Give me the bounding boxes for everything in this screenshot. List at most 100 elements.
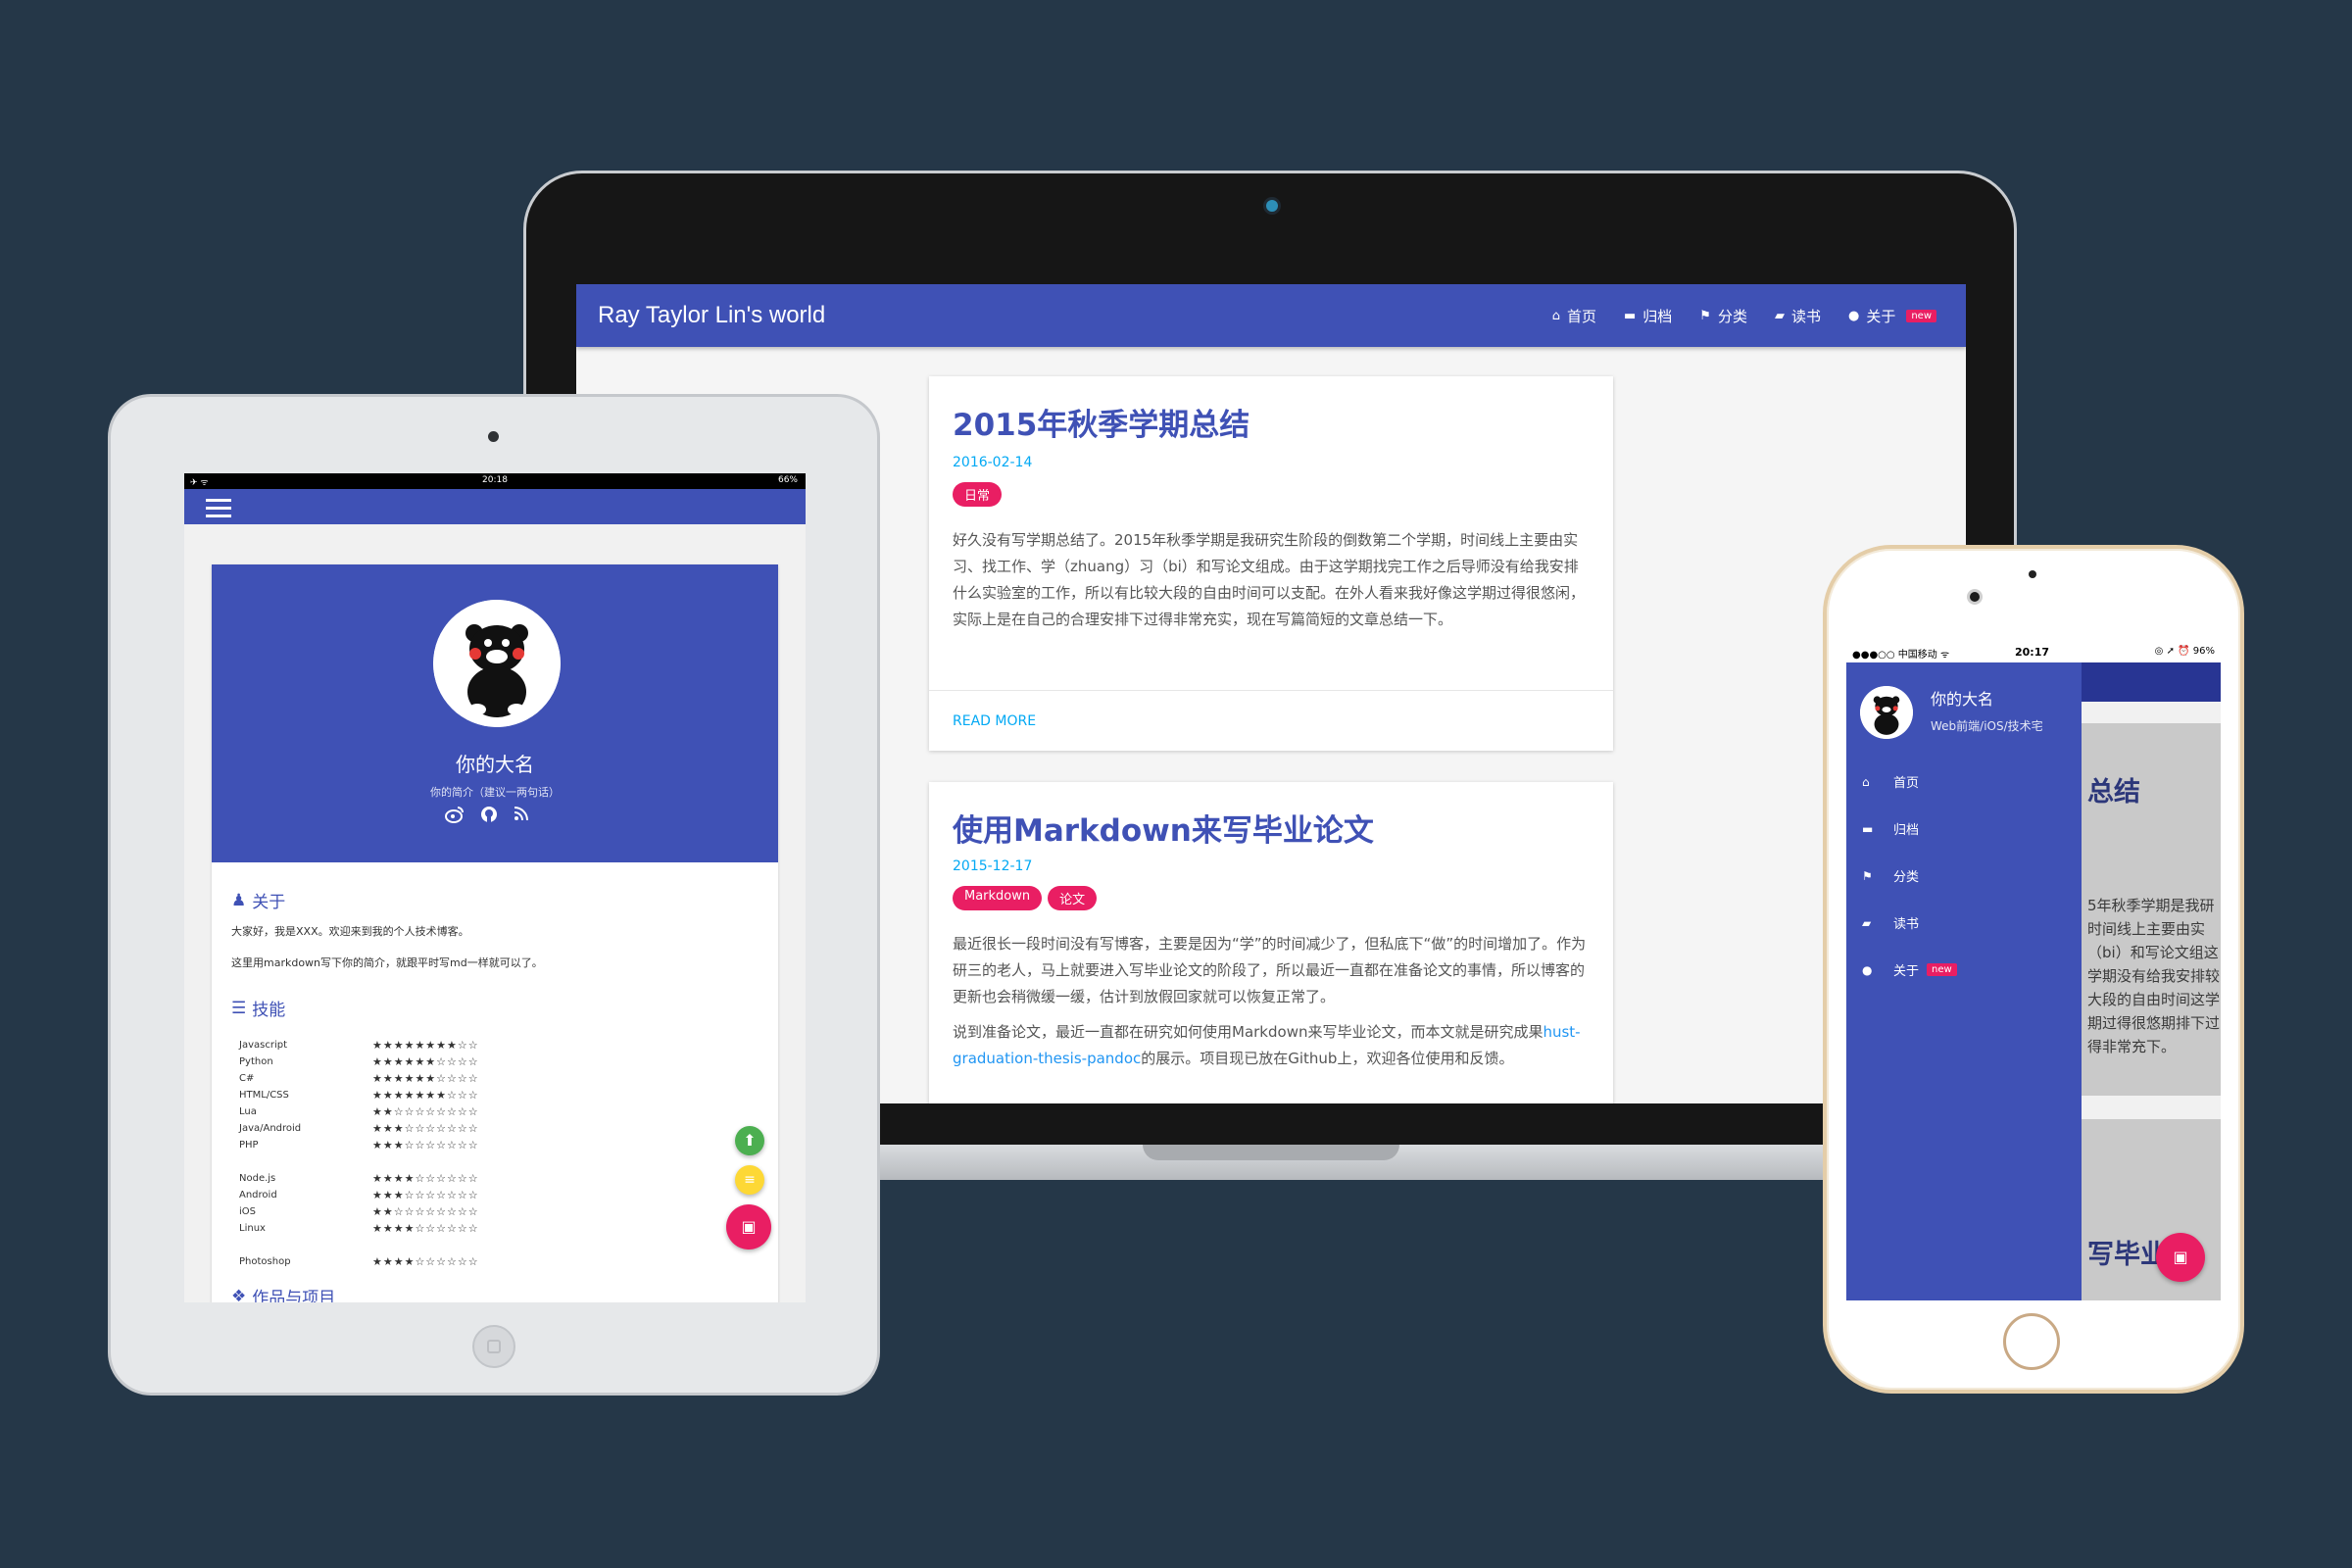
- user-icon: ♟: [231, 890, 247, 910]
- phone-screen: ●●●○○ 中国移动 ᯤ 20:17 ◎ ➚ ⏰ 96% 总结 5年秋季学期是我…: [1846, 641, 2221, 1300]
- menu-icon[interactable]: [206, 499, 231, 522]
- list-icon: ≡: [744, 1172, 756, 1188]
- skill-name: C#: [239, 1073, 255, 1084]
- drawer-item-home[interactable]: ⌂ 首页: [1862, 772, 1919, 792]
- arrow-up-icon: ⬆: [743, 1131, 757, 1150]
- archive-icon: ▬: [1623, 309, 1637, 323]
- drawer-item-reading[interactable]: ▰ 读书: [1862, 913, 1919, 933]
- main-fab-button[interactable]: ▣: [726, 1204, 771, 1250]
- home-icon: ⌂: [1862, 774, 1870, 789]
- status-bar: ●●●○○ 中国移动 ᯤ 20:17 ◎ ➚ ⏰ 96%: [1846, 641, 2221, 662]
- tag-pill[interactable]: 论文: [1048, 886, 1098, 910]
- post-date: 2016-02-14: [953, 455, 1033, 470]
- status-time: 20:17: [2015, 646, 2050, 659]
- skill-rating: ★★☆☆☆☆☆☆☆☆: [372, 1105, 479, 1118]
- skills-list: Javascript ★★★★★★★★☆☆ Python ★★★★★★☆☆☆☆ C# ★★…: [239, 1037, 563, 1270]
- skill-row: Lua ★★☆☆☆☆☆☆☆☆: [239, 1103, 563, 1120]
- post-excerpt-2: 说到准备论文，最近一直都在研究如何使用Markdown来写毕业论文，而本文就是研…: [953, 1023, 1581, 1067]
- weibo-icon[interactable]: [445, 806, 465, 823]
- main-fab-button[interactable]: ▣: [2156, 1233, 2205, 1282]
- status-left: ✈ ᯤ: [190, 478, 209, 488]
- drawer-item-archive[interactable]: ▬ 归档: [1862, 819, 1919, 839]
- nav-drawer: 你的大名 Web前端/iOS/技术宅 ⌂ 首页 ▬ 归档 ⚑ 分类 ▰ 读书 ● 关于 ne…: [1846, 662, 2082, 1300]
- profile-header: 你的大名 你的简介（建议一两句话）: [212, 564, 778, 862]
- tablet-screen: ✈ ᯤ 20:18 66% 你的大名 你的简介（建议一两句话） ♟ 关于 大家好…: [184, 473, 806, 1302]
- skill-row: PHP ★★★☆☆☆☆☆☆☆: [239, 1137, 563, 1153]
- drawer-bio: Web前端/iOS/技术宅: [1931, 719, 2043, 733]
- nav-item-about[interactable]: ● 关于 new: [1848, 306, 1936, 326]
- bookmark-icon: ⚑: [1699, 309, 1711, 323]
- user-icon: ●: [1862, 962, 1873, 977]
- toc-button[interactable]: ≡: [735, 1165, 764, 1195]
- top-navbar: Ray Taylor Lin's world ⌂ 首页 ▬ 归档 ⚑ 分类 ▰ 读书 ●…: [576, 284, 1966, 347]
- home-icon: ⌂: [1551, 309, 1560, 323]
- nav-item-category[interactable]: ⚑ 分类: [1699, 306, 1747, 326]
- status-carrier: ●●●○○ 中国移动 ᯤ: [1852, 650, 1950, 661]
- skill-row: C# ★★★★★★☆☆☆☆: [239, 1070, 563, 1087]
- skill-name: Python: [239, 1056, 273, 1067]
- profile-name: 你的大名: [456, 753, 534, 776]
- profile-card: 你的大名 你的简介（建议一两句话） ♟ 关于 大家好，我是XXX。欢迎来到我的个人…: [212, 564, 778, 1302]
- status-right: ◎ ➚ ⏰ 96%: [2154, 646, 2215, 657]
- tablet-camera: [488, 431, 499, 442]
- skill-name: iOS: [239, 1206, 256, 1217]
- tag-pill[interactable]: Markdown: [953, 886, 1043, 910]
- avatar[interactable]: [1860, 686, 1913, 739]
- post-title[interactable]: 使用Markdown来写毕业论文: [953, 806, 1374, 850]
- dimmed-post-card: [2082, 1119, 2221, 1300]
- list-icon: ☰: [231, 998, 247, 1018]
- bear-avatar-icon: [433, 600, 561, 727]
- tag-pill[interactable]: 日常: [953, 482, 1003, 507]
- post-card: 使用Markdown来写毕业论文 2015-12-17 Markdown 论文 …: [929, 782, 1613, 1103]
- github-icon[interactable]: [480, 806, 498, 823]
- skills-heading: ☰ 技能: [231, 998, 286, 1021]
- nav-item-reading[interactable]: ▰ 读书: [1775, 306, 1821, 326]
- drawer-item-about[interactable]: ● 关于 new: [1862, 960, 1957, 979]
- drawer-item-category[interactable]: ⚑ 分类: [1862, 866, 1919, 886]
- skill-rating: ★★★★☆☆☆☆☆☆: [372, 1255, 479, 1268]
- read-more-link[interactable]: READ MORE: [953, 713, 1036, 729]
- skill-row: Java/Android ★★★☆☆☆☆☆☆☆: [239, 1120, 563, 1137]
- skill-name: HTML/CSS: [239, 1090, 289, 1101]
- skill-name: Node.js: [239, 1173, 276, 1184]
- post-excerpt: 好久没有写学期总结了。2015年秋季学期是我研究生阶段的倒数第二个学期，时间线上…: [953, 531, 1586, 628]
- image-icon: ▣: [741, 1217, 757, 1236]
- avatar[interactable]: [433, 600, 561, 727]
- user-icon: ●: [1847, 309, 1860, 323]
- phone-camera: [1970, 592, 1980, 602]
- dimmed-post-excerpt: 5年秋季学期是我研时间线上主要由实（bi）和写论文组这学期没有给我安排较大段的自…: [2087, 897, 2221, 1055]
- rss-icon[interactable]: [514, 806, 529, 821]
- status-time: 20:18: [482, 475, 508, 485]
- laptop-camera: [1266, 200, 1278, 212]
- skill-rating: ★★★★☆☆☆☆☆☆: [372, 1222, 479, 1235]
- site-brand[interactable]: Ray Taylor Lin's world: [598, 302, 825, 329]
- skill-name: Linux: [239, 1223, 266, 1234]
- about-line-2: 这里用markdown写下你的简介，就跟平时写md一样就可以了。: [231, 956, 543, 969]
- skill-name: Photoshop: [239, 1256, 291, 1267]
- dimmed-appbar: [2082, 662, 2221, 702]
- skill-rating: ★★★★★★☆☆☆☆: [372, 1072, 479, 1085]
- card-divider: [929, 690, 1613, 691]
- skill-row: Node.js ★★★★☆☆☆☆☆☆: [239, 1170, 563, 1187]
- nav-item-archive[interactable]: ▬ 归档: [1624, 306, 1672, 326]
- scroll-top-button[interactable]: ⬆: [735, 1126, 764, 1155]
- bear-avatar-icon: [1860, 686, 1913, 739]
- skill-spacer: [239, 1153, 563, 1170]
- projects-heading: ❖ 作品与项目: [231, 1284, 335, 1303]
- new-badge: new: [1927, 963, 1957, 976]
- skill-name: Lua: [239, 1106, 257, 1117]
- skill-name: PHP: [239, 1140, 259, 1151]
- post-title[interactable]: 2015年秋季学期总结: [953, 400, 1250, 444]
- skill-row: Python ★★★★★★☆☆☆☆: [239, 1054, 563, 1070]
- skill-rating: ★★★☆☆☆☆☆☆☆: [372, 1122, 479, 1135]
- new-badge: new: [1906, 310, 1936, 322]
- main-nav: ⌂ 首页 ▬ 归档 ⚑ 分类 ▰ 读书 ● 关于 new: [1552, 306, 1936, 326]
- skill-rating: ★★★☆☆☆☆☆☆☆: [372, 1189, 479, 1201]
- nav-item-home[interactable]: ⌂ 首页: [1552, 306, 1596, 326]
- laptop-base-notch: [1143, 1145, 1399, 1160]
- skill-row: Photoshop ★★★★☆☆☆☆☆☆: [239, 1253, 563, 1270]
- skill-row: Javascript ★★★★★★★★☆☆: [239, 1037, 563, 1054]
- post-excerpt: 最近很长一段时间没有写博客，主要是因为“学”的时间减少了，但私底下“做”的时间增…: [953, 935, 1587, 1005]
- social-links: [445, 806, 529, 823]
- skill-name: Javascript: [239, 1040, 287, 1051]
